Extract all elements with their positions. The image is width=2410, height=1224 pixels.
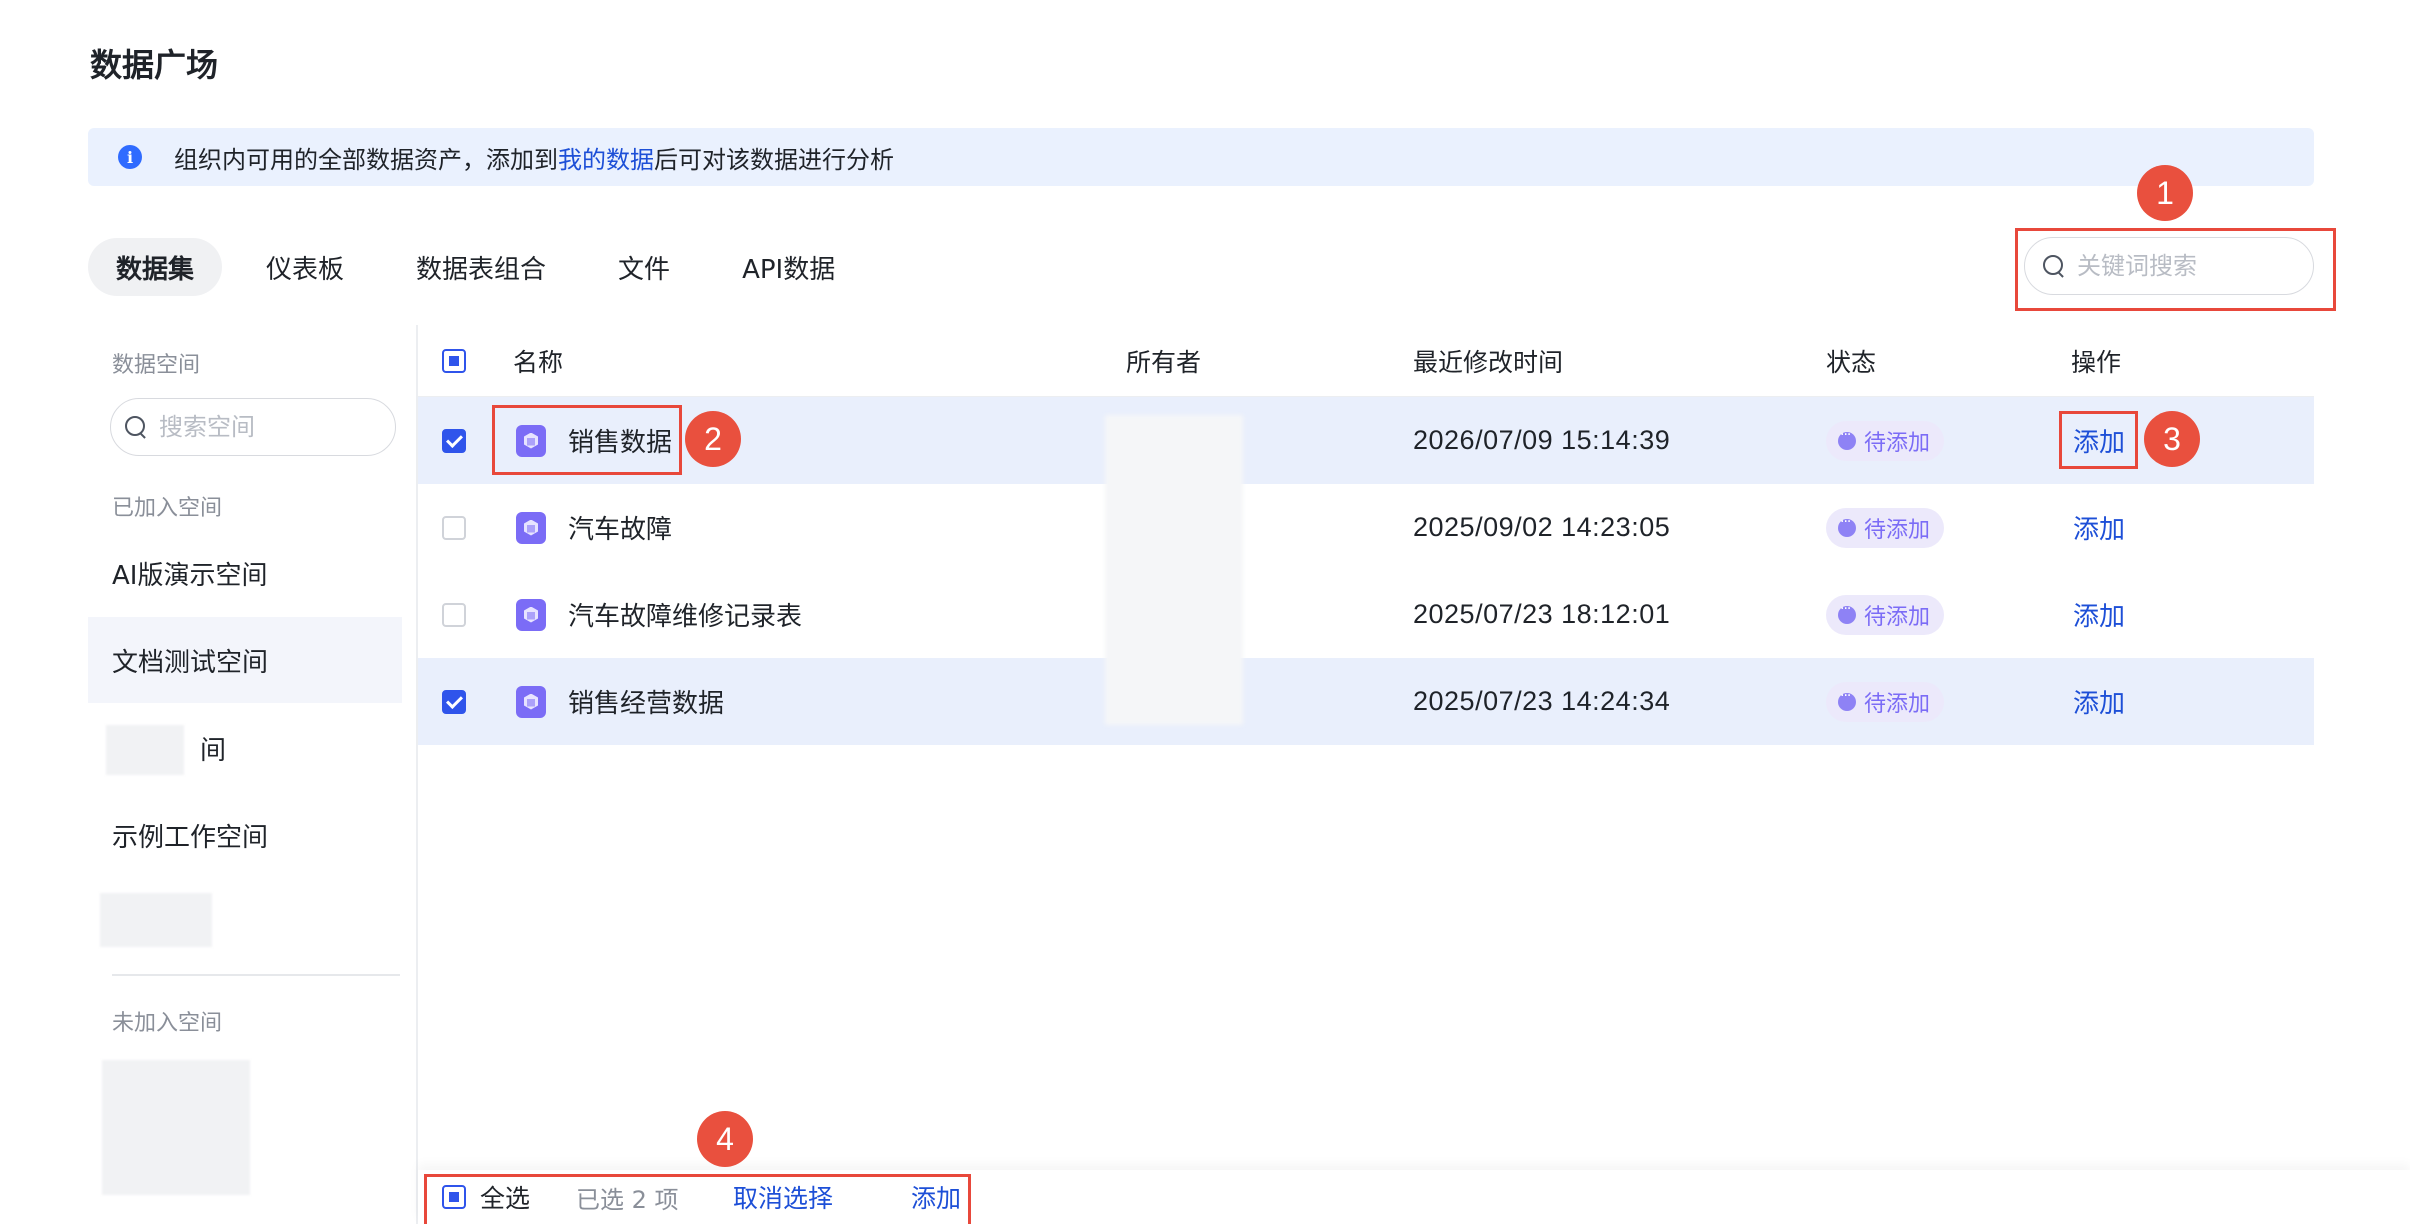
row-checkbox[interactable] — [442, 484, 466, 571]
row-status: 待添加 — [1826, 397, 1945, 484]
row-checkbox[interactable] — [442, 658, 466, 745]
table-row[interactable]: 汽车故障维修记录表 2025/07/23 18:12:01 待添加 添加 — [418, 571, 2314, 658]
table-header: 名称 所有者 最近修改时间 状态 操作 — [418, 325, 2314, 397]
annotation-badge-4: 4 — [697, 1111, 753, 1167]
row-name[interactable]: 汽车故障 — [516, 484, 672, 571]
info-prefix: 组织内可用的全部数据资产，添加到 — [174, 145, 558, 174]
row-checkbox[interactable] — [442, 397, 466, 484]
tab-api-data[interactable]: API数据 — [714, 238, 863, 296]
tab-dashboards[interactable]: 仪表板 — [238, 238, 372, 296]
joined-spaces-title: 已加入空间 — [112, 496, 223, 521]
row-name[interactable]: 汽车故障维修记录表 — [516, 571, 802, 658]
row-modified: 2026/07/09 15:14:39 — [1413, 425, 1671, 455]
highlight-box-4 — [424, 1174, 971, 1224]
annotation-badge-3: 3 — [2144, 411, 2200, 467]
search-icon — [125, 416, 147, 438]
info-banner: i 组织内可用的全部数据资产，添加到我的数据后可对该数据进行分析 — [88, 128, 2314, 186]
redacted-block — [100, 893, 212, 947]
space-item-ai-demo[interactable]: AI版演示空间 — [88, 530, 402, 616]
dataset-table: 名称 所有者 最近修改时间 状态 操作 销售数据 2026/07/09 15:1… — [418, 325, 2314, 745]
row-add-button[interactable]: 添加 — [2073, 571, 2125, 658]
space-sidebar: 数据空间 已加入空间 AI版演示空间 文档测试空间 间 示例工作空间 未加入空间 — [88, 325, 418, 1224]
sidebar-divider — [112, 974, 400, 976]
row-status: 待添加 — [1826, 484, 1945, 571]
space-item-doc-test[interactable]: 文档测试空间 — [88, 617, 402, 703]
annotation-badge-2: 2 — [685, 411, 741, 467]
info-text: 组织内可用的全部数据资产，添加到我的数据后可对该数据进行分析 — [174, 140, 894, 175]
row-add-button[interactable]: 添加 — [2073, 658, 2125, 745]
space-item-example[interactable]: 示例工作空间 — [88, 792, 402, 878]
redacted-block — [106, 725, 184, 775]
pending-icon — [1838, 688, 1856, 711]
col-modified: 最近修改时间 — [1413, 347, 1564, 377]
redacted-block — [102, 1060, 250, 1195]
owner-redacted — [1105, 415, 1243, 725]
tab-files[interactable]: 文件 — [590, 238, 698, 296]
row-modified: 2025/09/02 14:23:05 — [1413, 512, 1671, 542]
row-name[interactable]: 销售经营数据 — [516, 658, 724, 745]
pending-icon — [1838, 427, 1856, 450]
dataset-icon — [516, 598, 546, 631]
col-name: 名称 — [513, 347, 564, 377]
tab-datasets[interactable]: 数据集 — [88, 238, 223, 296]
row-modified: 2025/07/23 18:12:01 — [1413, 599, 1671, 629]
my-data-link[interactable]: 我的数据 — [558, 146, 654, 174]
not-joined-spaces-title: 未加入空间 — [112, 1011, 223, 1036]
row-modified: 2025/07/23 14:24:34 — [1413, 686, 1671, 716]
pending-icon — [1838, 514, 1856, 537]
col-owner: 所有者 — [1126, 347, 1202, 377]
table-row[interactable]: 销售经营数据 2025/07/23 14:24:34 待添加 添加 — [418, 658, 2314, 745]
col-status: 状态 — [1826, 347, 1877, 377]
tab-table-combos[interactable]: 数据表组合 — [388, 238, 574, 296]
row-status: 待添加 — [1826, 658, 1945, 745]
row-checkbox[interactable] — [442, 571, 466, 658]
highlight-box-1 — [2015, 228, 2336, 311]
highlight-box-2 — [492, 405, 682, 475]
col-action: 操作 — [2071, 347, 2122, 377]
space-search-input[interactable] — [159, 413, 379, 441]
dataset-icon — [516, 685, 546, 718]
info-suffix: 后可对该数据进行分析 — [654, 145, 894, 174]
table-row[interactable]: 汽车故障 2025/09/02 14:23:05 待添加 添加 — [418, 484, 2314, 571]
info-icon: i — [118, 145, 142, 169]
select-all-header-checkbox[interactable] — [442, 349, 466, 373]
dataset-icon — [516, 511, 546, 544]
row-status: 待添加 — [1826, 571, 1945, 658]
row-add-button[interactable]: 添加 — [2073, 484, 2125, 571]
tab-bar: 数据集 仪表板 数据表组合 文件 API数据 — [88, 238, 879, 296]
highlight-box-3 — [2059, 411, 2138, 469]
annotation-badge-1: 1 — [2137, 165, 2193, 221]
space-search[interactable] — [110, 398, 396, 456]
page-title: 数据广场 — [90, 46, 219, 84]
pending-icon — [1838, 601, 1856, 624]
space-section-title: 数据空间 — [112, 353, 201, 378]
